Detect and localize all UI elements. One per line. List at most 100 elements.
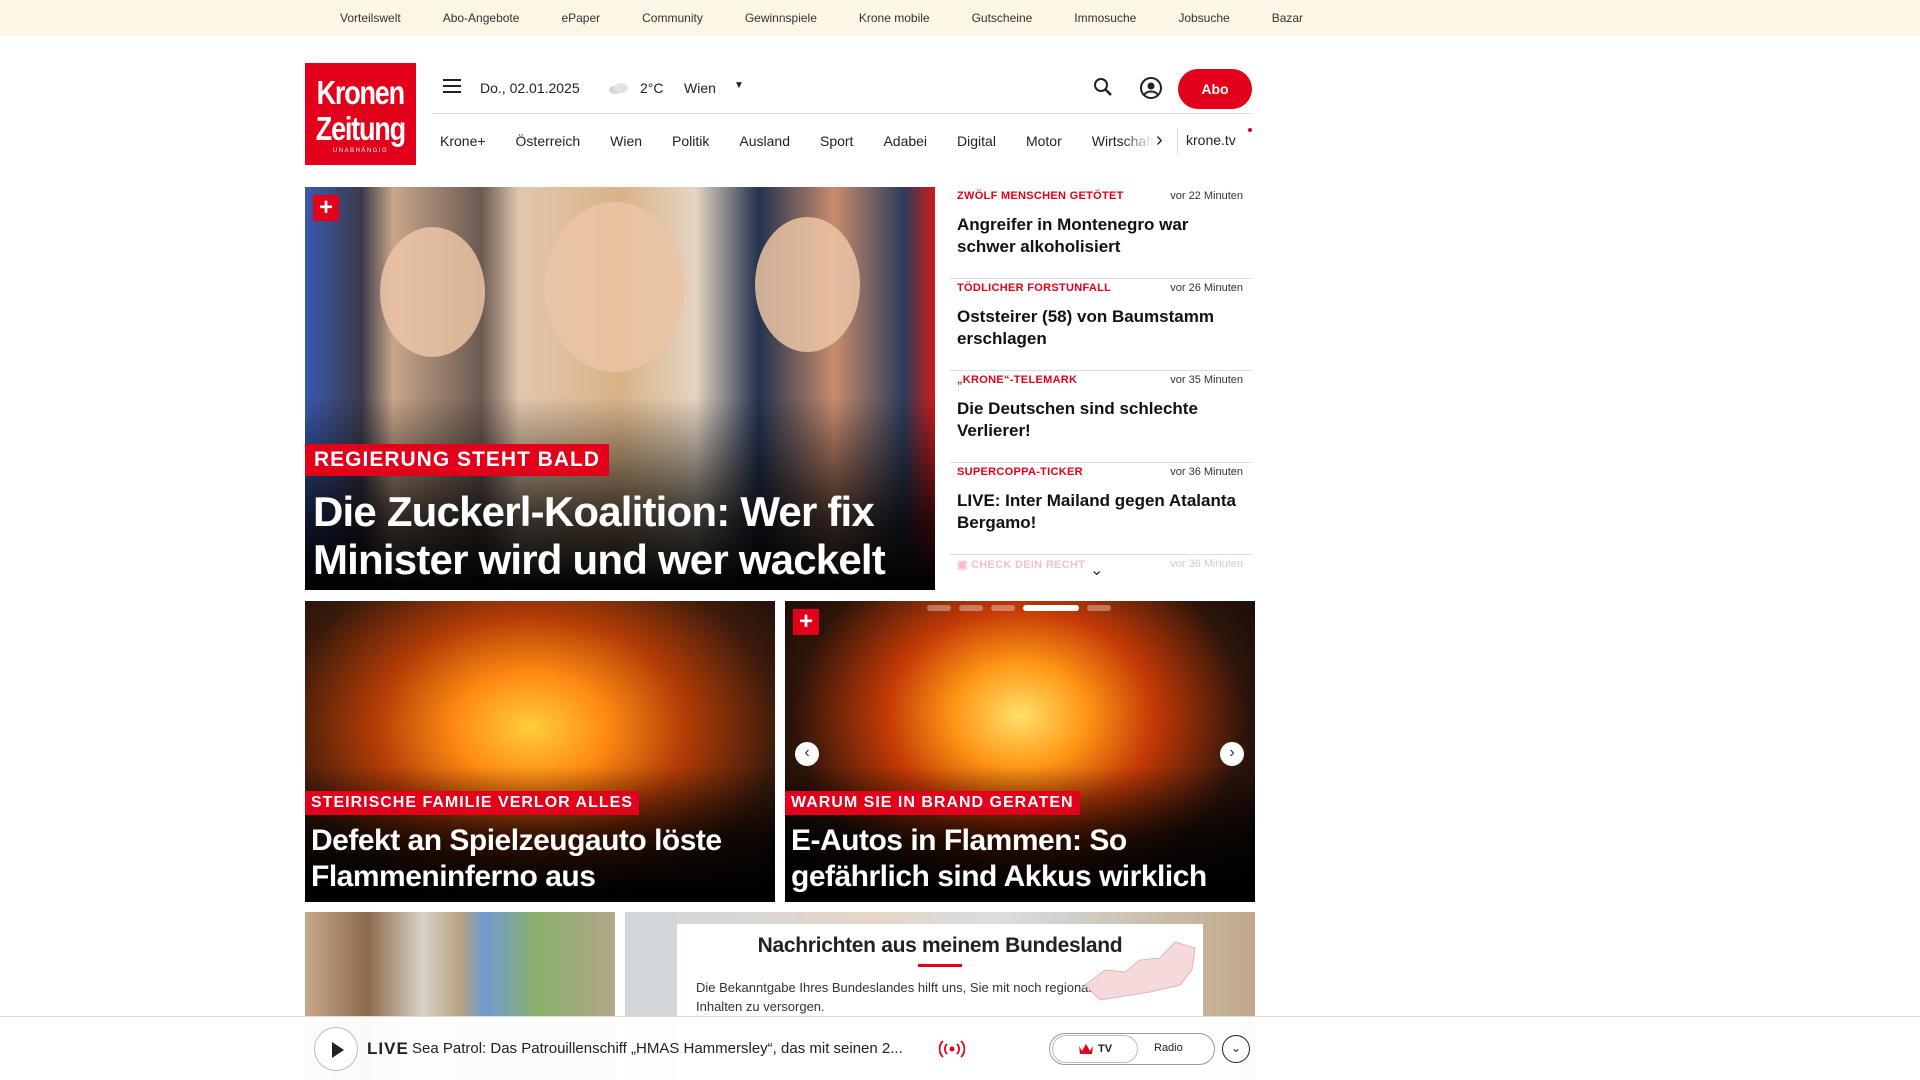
chevron-down-icon[interactable]: ▼ [734, 80, 744, 91]
card-kicker: STEIRISCHE FAMILIE VERLOR ALLES [305, 791, 639, 815]
nav-item-krone-tv[interactable]: krone.tv [1186, 132, 1236, 148]
region-underline [918, 964, 962, 967]
plus-icon: + [313, 195, 339, 221]
nav-item-krone-plus[interactable]: Krone+ [440, 133, 486, 149]
carousel-dot[interactable] [991, 605, 1015, 611]
hero-article[interactable]: + REGIERUNG STEHT BALD Die Zuckerl-Koali… [305, 187, 935, 590]
link-immosuche[interactable]: Immosuche [1074, 11, 1136, 25]
card-title[interactable]: Defekt an Spielzeugauto löste Flammeninf… [311, 823, 771, 895]
ticker-title[interactable]: Oststeirer (58) von Baumstamm erschlagen [957, 306, 1237, 350]
tv-label: TV [1097, 1043, 1113, 1055]
nav-item-digital[interactable]: Digital [957, 133, 996, 149]
carousel-dot[interactable] [959, 605, 983, 611]
temperature: 2°C [640, 80, 664, 96]
article-card-right[interactable]: + WARUM SIE IN BRAND GERATEN E-Autos in … [785, 601, 1255, 902]
hero-photo-face-left [380, 227, 485, 357]
carousel-dot-active[interactable] [1023, 605, 1079, 611]
radio-option[interactable]: Radio [1154, 1042, 1183, 1054]
live-indicator-dot [1248, 128, 1252, 132]
link-vorteilswelt[interactable]: Vorteilswelt [340, 11, 401, 25]
hero-photo-face-center [545, 202, 685, 372]
user-icon[interactable] [1139, 76, 1163, 100]
ticker-kicker-text: CHECK DEIN RECHT [971, 559, 1086, 571]
card-title[interactable]: E-Autos in Flammen: So gefährlich sind A… [791, 823, 1251, 895]
ticker-time: vor 35 Minuten [1170, 374, 1243, 386]
nav-item-sport[interactable]: Sport [820, 133, 853, 149]
link-gewinnspiele[interactable]: Gewinnspiele [745, 11, 817, 25]
ticker-kicker: TÖDLICHER FORSTUNFALL [957, 282, 1112, 294]
chevron-left-icon[interactable]: ‹ [795, 742, 819, 766]
crown-icon [1078, 1044, 1093, 1054]
ticker-time: vor 36 Minuten [1170, 466, 1243, 478]
chevron-down-icon[interactable]: ⌄ [1090, 560, 1103, 580]
link-gutscheine[interactable]: Gutscheine [972, 11, 1033, 25]
ticker-item[interactable]: ZWÖLF MENSCHEN GETÖTET vor 22 Minuten An… [950, 187, 1252, 279]
hamburger-icon[interactable] [443, 79, 461, 93]
kronen-zeitung-logo[interactable]: Kronen Zeitung UNABHÄNGIG [305, 63, 416, 165]
logo-line-3: UNABHÄNGIG [332, 147, 389, 154]
ticker-kicker: SUPERCOPPA-TICKER [957, 466, 1083, 478]
live-program-title[interactable]: Sea Patrol: Das Patrouillenschiff „HMAS … [412, 1040, 932, 1057]
logo-line-1: Kronen [316, 73, 406, 111]
link-jobsuche[interactable]: Jobsuche [1178, 11, 1229, 25]
link-abo-angebote[interactable]: Abo-Angebote [443, 11, 520, 25]
hero-title[interactable]: Die Zuckerl-Koalition: Wer fix Minister … [313, 488, 925, 584]
chevron-down-icon[interactable]: ⌄ [1222, 1035, 1250, 1063]
nav-divider [1177, 128, 1178, 156]
ticker-time: vor 36 Minuten [1170, 558, 1243, 570]
abo-button[interactable]: Abo [1178, 69, 1252, 109]
chevron-right-icon[interactable]: › [1220, 742, 1244, 766]
ticker-time: vor 26 Minuten [1170, 282, 1243, 294]
link-community[interactable]: Community [642, 11, 703, 25]
ticker-item[interactable]: TÖDLICHER FORSTUNFALL vor 26 Minuten Ost… [950, 279, 1252, 371]
link-bazar[interactable]: Bazar [1272, 11, 1303, 25]
live-label: LIVE [367, 1039, 409, 1058]
article-card-left[interactable]: STEIRISCHE FAMILIE VERLOR ALLES Defekt a… [305, 601, 775, 902]
nav-item-wien[interactable]: Wien [610, 133, 642, 149]
main-nav: Krone+ Österreich Wien Politik Ausland S… [432, 116, 1252, 166]
plus-icon: + [793, 609, 819, 635]
nav-fade [1122, 116, 1176, 166]
search-icon[interactable] [1092, 76, 1114, 98]
carousel-dot[interactable] [927, 605, 951, 611]
hero-kicker: REGIERUNG STEHT BALD [305, 444, 610, 476]
current-date: Do., 02.01.2025 [480, 80, 580, 96]
city-selector[interactable]: Wien [684, 80, 716, 96]
play-icon [332, 1042, 344, 1058]
radio-wave-icon [939, 1040, 965, 1058]
nav-item-ausland[interactable]: Ausland [739, 133, 790, 149]
tv-radio-toggle[interactable]: TV Radio [1049, 1033, 1215, 1065]
carousel-dot[interactable] [1087, 605, 1111, 611]
ticker-item[interactable]: „KRONE“-TELEMARK vor 35 Minuten Die Deut… [950, 371, 1252, 463]
ticker-time: vor 22 Minuten [1170, 190, 1243, 202]
ticker-kicker: ZWÖLF MENSCHEN GETÖTET [957, 190, 1124, 202]
ticker-kicker: ▣ CHECK DEIN RECHT [957, 558, 1085, 571]
nav-items: Krone+ Österreich Wien Politik Ausland S… [432, 116, 1176, 166]
nav-item-motor[interactable]: Motor [1026, 133, 1062, 149]
austria-map-icon [1084, 941, 1196, 1001]
ticker-kicker: „KRONE“-TELEMARK [957, 374, 1078, 386]
cloud-icon [609, 83, 628, 94]
news-ticker: ZWÖLF MENSCHEN GETÖTET vor 22 Minuten An… [950, 187, 1252, 590]
ticker-title[interactable]: LIVE: Inter Mailand gegen Atalanta Berga… [957, 490, 1237, 534]
ticker-title[interactable]: Angreifer in Montenegro war schwer alkoh… [957, 214, 1237, 258]
link-epaper[interactable]: ePaper [561, 11, 600, 25]
carousel-dots [927, 605, 1111, 611]
nav-item-oesterreich[interactable]: Österreich [516, 133, 581, 149]
play-button[interactable] [314, 1027, 358, 1071]
utility-links: Vorteilswelt Abo-Angebote ePaper Communi… [340, 0, 1345, 36]
header-bar: Do., 02.01.2025 2°C Wien ▼ Abo [432, 62, 1252, 114]
tv-option[interactable]: TV [1052, 1035, 1138, 1063]
nav-item-adabei[interactable]: Adabei [883, 133, 927, 149]
hero-photo-face-right [755, 217, 860, 352]
live-player-bar: LIVE Sea Patrol: Das Patrouillenschiff „… [0, 1016, 1920, 1080]
chevron-right-icon[interactable]: › [1156, 130, 1163, 150]
link-krone-mobile[interactable]: Krone mobile [859, 11, 930, 25]
card-kicker: WARUM SIE IN BRAND GERATEN [785, 791, 1080, 815]
ticker-item[interactable]: SUPERCOPPA-TICKER vor 36 Minuten LIVE: I… [950, 463, 1252, 555]
ticker-title[interactable]: Die Deutschen sind schlechte Verlierer! [957, 398, 1237, 442]
plus-icon: ▣ [957, 559, 972, 571]
nav-item-politik[interactable]: Politik [672, 133, 709, 149]
logo-line-2: Zeitung [315, 109, 406, 147]
top-utility-bar: Vorteilswelt Abo-Angebote ePaper Communi… [0, 0, 1920, 36]
